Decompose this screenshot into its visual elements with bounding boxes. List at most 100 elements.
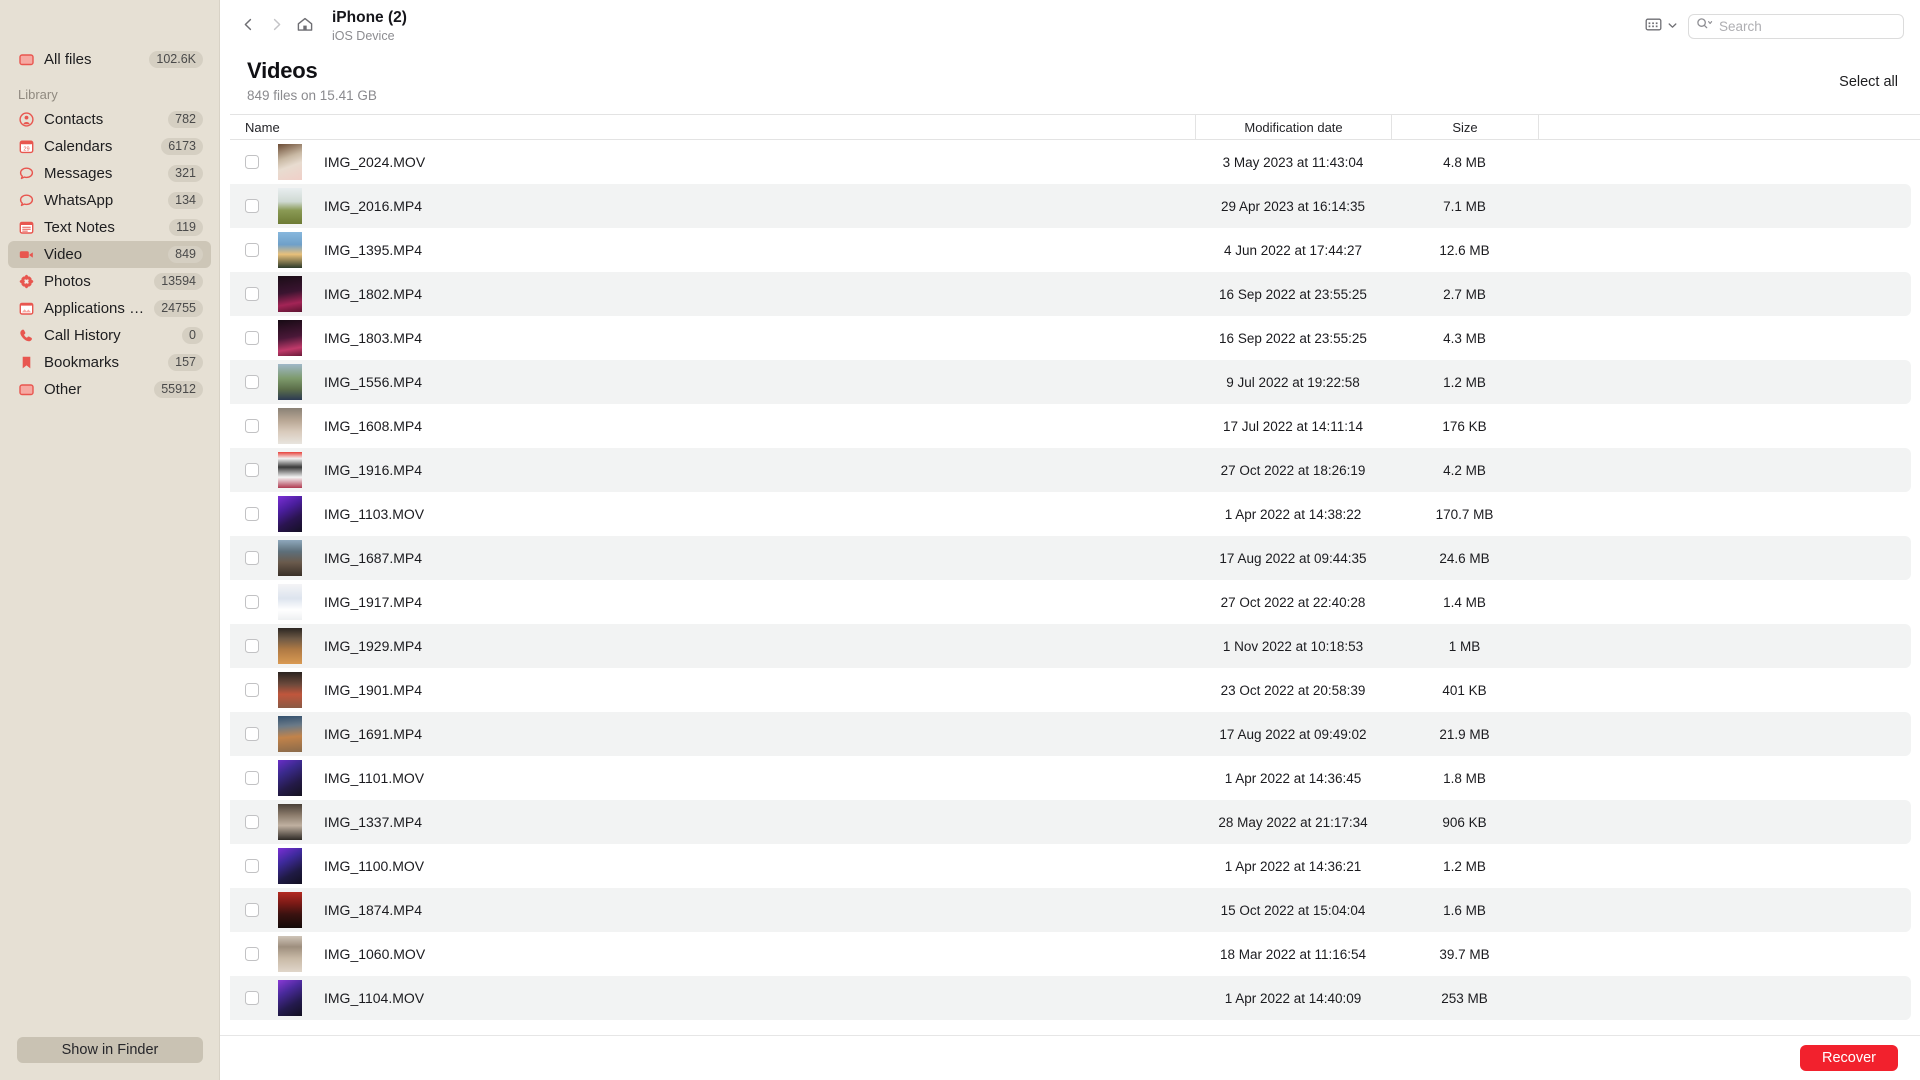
table-row[interactable]: IMG_1803.MP4 16 Sep 2022 at 23:55:25 4.3 M… (230, 316, 1911, 360)
cell-size: 1.8 MB (1443, 770, 1486, 786)
sidebar-item-text-notes[interactable]: Text Notes 119 (8, 214, 211, 241)
row-checkbox[interactable] (245, 331, 259, 345)
table-header-row: Name Modification date Size (230, 114, 1920, 140)
sidebar-item-all-files[interactable]: All files 102.6K (8, 46, 211, 73)
row-checkbox[interactable] (245, 727, 259, 741)
phone-icon (18, 327, 35, 344)
row-checkbox[interactable] (245, 287, 259, 301)
cell-size: 7.1 MB (1443, 198, 1486, 214)
row-checkbox[interactable] (245, 595, 259, 609)
sidebar-item-whatsapp[interactable]: WhatsApp 134 (8, 187, 211, 214)
row-checkbox[interactable] (245, 375, 259, 389)
cell-modification-date: 28 May 2022 at 21:17:34 (1218, 814, 1368, 830)
column-header-modification-date[interactable]: Modification date (1195, 114, 1391, 140)
row-checkbox[interactable] (245, 859, 259, 873)
sidebar-item-call-history[interactable]: Call History 0 (8, 322, 211, 349)
sidebar-item-bookmarks[interactable]: Bookmarks 157 (8, 349, 211, 376)
table-row[interactable]: IMG_1929.MP4 1 Nov 2022 at 10:18:53 1 MB (230, 624, 1911, 668)
sidebar-item-photos[interactable]: Photos 13594 (8, 268, 211, 295)
video-thumbnail (278, 936, 302, 972)
sidebar-item-messages[interactable]: Messages 321 (8, 160, 211, 187)
table-row[interactable]: IMG_1395.MP4 4 Jun 2022 at 17:44:27 12.6 M… (230, 228, 1911, 272)
table-row[interactable]: IMG_1100.MOV 1 Apr 2022 at 14:36:21 1.2 MB (230, 844, 1911, 888)
table-row[interactable]: IMG_1608.MP4 17 Jul 2022 at 14:11:14 176 K… (230, 404, 1911, 448)
table-row[interactable]: IMG_1916.MP4 27 Oct 2022 at 18:26:19 4.2 M… (230, 448, 1911, 492)
row-checkbox[interactable] (245, 243, 259, 257)
sidebar-item-count: 0 (182, 326, 203, 345)
view-mode-button[interactable] (1643, 15, 1680, 37)
sidebar-item-applications-photo[interactable]: Applications photo 24755 (8, 295, 211, 322)
file-name: IMG_1337.MP4 (324, 814, 423, 830)
row-checkbox[interactable] (245, 419, 259, 433)
cell-modification-date: 27 Oct 2022 at 18:26:19 (1220, 462, 1366, 478)
column-header-size[interactable]: Size (1391, 114, 1538, 140)
file-name: IMG_1060.MOV (324, 946, 426, 962)
row-checkbox[interactable] (245, 507, 259, 521)
sidebar-item-label: Other (44, 381, 82, 398)
table-row[interactable]: IMG_2016.MP4 29 Apr 2023 at 16:14:35 7.1 M… (230, 184, 1911, 228)
file-name: IMG_1874.MP4 (324, 902, 423, 918)
file-name: IMG_1803.MP4 (324, 330, 423, 346)
row-checkbox[interactable] (245, 551, 259, 565)
table-row[interactable]: IMG_1917.MP4 27 Oct 2022 at 22:40:28 1.4 M… (230, 580, 1911, 624)
message-bubble-icon (18, 192, 35, 209)
file-name: IMG_1691.MP4 (324, 726, 423, 742)
page-title: Videos (247, 58, 318, 83)
sidebar-item-contacts[interactable]: Contacts 782 (8, 106, 211, 133)
sidebar-item-other[interactable]: Other 55912 (8, 376, 211, 403)
cell-size: 253 MB (1441, 990, 1488, 1006)
file-name: IMG_1556.MP4 (324, 374, 423, 390)
folder-icon (18, 381, 35, 398)
table-row[interactable]: IMG_1802.MP4 16 Sep 2022 at 23:55:25 2.7 M… (230, 272, 1911, 316)
row-checkbox[interactable] (245, 903, 259, 917)
chevron-left-icon (241, 17, 256, 35)
sidebar-item-count: 102.6K (149, 50, 203, 69)
file-name: IMG_1802.MP4 (324, 286, 423, 302)
cell-modification-date: 16 Sep 2022 at 23:55:25 (1219, 330, 1367, 346)
table-row[interactable]: IMG_1901.MP4 23 Oct 2022 at 20:58:39 401 K… (230, 668, 1911, 712)
table-row[interactable]: IMG_1556.MP4 9 Jul 2022 at 19:22:58 1.2 MB (230, 360, 1911, 404)
cell-size: 1.2 MB (1443, 858, 1486, 874)
show-in-finder-button[interactable]: Show in Finder (17, 1037, 203, 1063)
back-button[interactable] (234, 12, 262, 40)
row-checkbox[interactable] (245, 155, 259, 169)
chevron-down-icon (1667, 19, 1678, 34)
file-name: IMG_1101.MOV (324, 770, 425, 786)
sidebar-item-label: Messages (44, 165, 113, 182)
row-checkbox[interactable] (245, 991, 259, 1005)
sidebar-item-label: Contacts (44, 111, 104, 128)
row-checkbox[interactable] (245, 463, 259, 477)
home-button[interactable] (290, 12, 320, 40)
cell-name: IMG_1917.MP4 (230, 584, 1195, 620)
search-input[interactable]: Search (1688, 13, 1904, 39)
row-checkbox[interactable] (245, 815, 259, 829)
table-row[interactable]: IMG_1060.MOV 18 Mar 2022 at 11:16:54 39.7 … (230, 932, 1911, 976)
row-checkbox[interactable] (245, 683, 259, 697)
row-checkbox[interactable] (245, 771, 259, 785)
table-row[interactable]: IMG_2024.MOV 3 May 2023 at 11:43:04 4.8 MB (230, 140, 1911, 184)
sidebar-item-video[interactable]: Video 849 (8, 241, 211, 268)
table-row[interactable]: IMG_1691.MP4 17 Aug 2022 at 09:49:02 21.9 … (230, 712, 1911, 756)
row-checkbox[interactable] (245, 947, 259, 961)
file-table: Name Modification date Size IMG_2024.MOV… (220, 114, 1920, 1035)
row-checkbox[interactable] (245, 639, 259, 653)
table-row[interactable]: IMG_1103.MOV 1 Apr 2022 at 14:38:22 170.7 … (230, 492, 1911, 536)
recover-button[interactable]: Recover (1800, 1045, 1898, 1071)
sidebar-item-calendars[interactable]: 29 Calendars 6173 (8, 133, 211, 160)
table-row[interactable]: IMG_1337.MP4 28 May 2022 at 21:17:34 906 K… (230, 800, 1911, 844)
video-thumbnail (278, 672, 302, 708)
table-row[interactable]: IMG_1687.MP4 17 Aug 2022 at 09:44:35 24.6 … (230, 536, 1911, 580)
cell-name: IMG_1395.MP4 (230, 232, 1195, 268)
file-name: IMG_1100.MOV (324, 858, 425, 874)
video-thumbnail (278, 848, 302, 884)
column-header-name[interactable]: Name (230, 114, 1195, 140)
table-row[interactable]: IMG_1874.MP4 15 Oct 2022 at 15:04:04 1.6 M… (230, 888, 1911, 932)
chevron-right-icon (269, 17, 284, 35)
row-checkbox[interactable] (245, 199, 259, 213)
table-row[interactable]: IMG_1104.MOV 1 Apr 2022 at 14:40:09 253 MB (230, 976, 1911, 1020)
sidebar-item-label: All files (44, 51, 92, 68)
select-all-button[interactable]: Select all (1839, 74, 1898, 90)
forward-button[interactable] (262, 12, 290, 40)
table-row[interactable]: IMG_1101.MOV 1 Apr 2022 at 14:36:45 1.8 MB (230, 756, 1911, 800)
video-thumbnail (278, 584, 302, 620)
